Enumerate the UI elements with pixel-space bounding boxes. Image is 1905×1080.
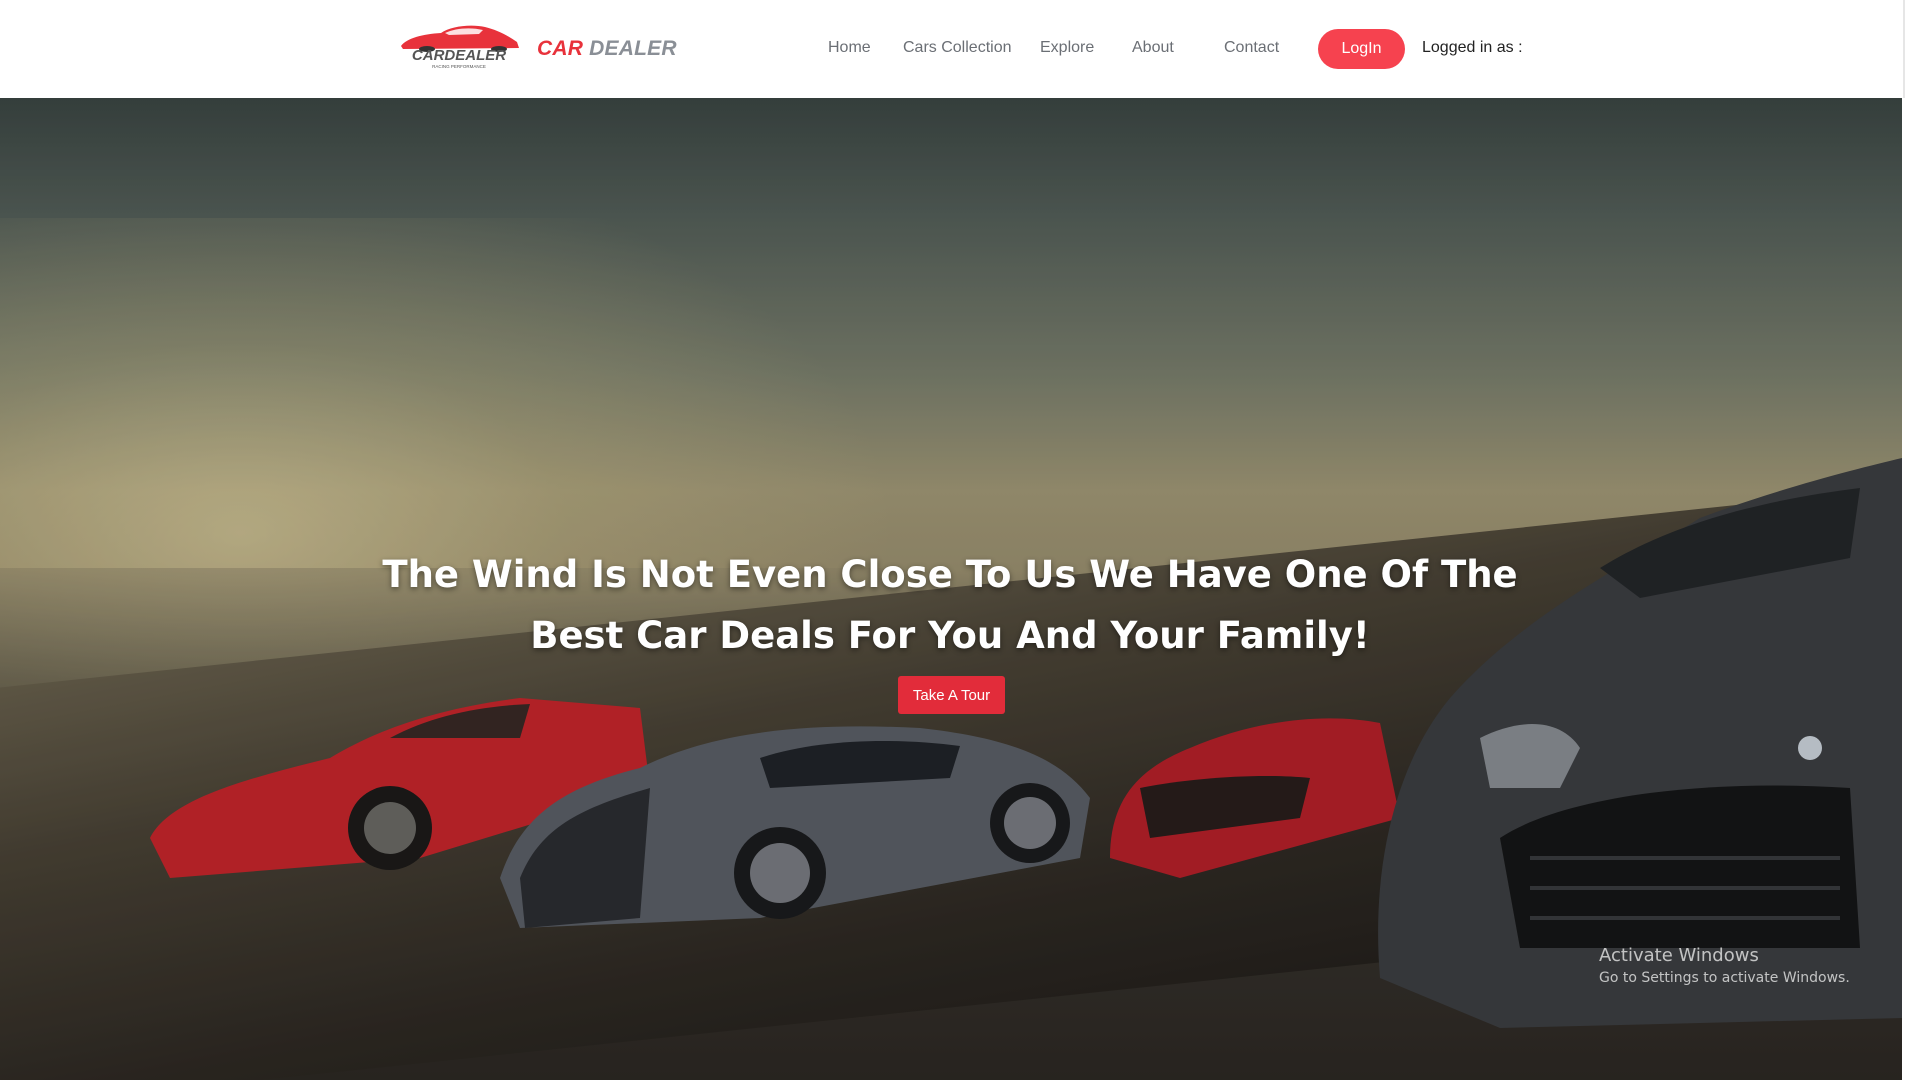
- nav-home[interactable]: Home: [828, 39, 871, 57]
- nav-about[interactable]: About: [1132, 39, 1174, 57]
- logo-tagline: RACING PERFORMANCE: [432, 64, 486, 69]
- nav-contact[interactable]: Contact: [1224, 39, 1279, 57]
- brand-name-part1: CAR: [537, 37, 584, 60]
- cardealer-logo[interactable]: CARDEALER RACING PERFORMANCE: [393, 22, 525, 70]
- hero-headline: The Wind Is Not Even Close To Us We Have…: [382, 553, 1518, 657]
- logged-in-status: Logged in as :: [1422, 39, 1523, 56]
- login-button[interactable]: LogIn: [1318, 29, 1405, 69]
- brand-name-part2: DEALER: [589, 37, 677, 60]
- hero-banner: The Wind Is Not Even Close To Us We Have…: [0, 98, 1902, 1080]
- activate-windows-watermark: Activate Windows Go to Settings to activ…: [1599, 945, 1850, 986]
- take-a-tour-button[interactable]: Take A Tour: [898, 676, 1005, 714]
- logo-wordmark: CARDEALER: [412, 47, 506, 64]
- nav-explore[interactable]: Explore: [1040, 39, 1094, 57]
- activate-windows-title: Activate Windows: [1599, 945, 1759, 966]
- site-header: CARDEALER RACING PERFORMANCE CAR DEALER …: [0, 0, 1905, 98]
- activate-windows-subtitle: Go to Settings to activate Windows.: [1599, 970, 1850, 986]
- nav-cars-collection[interactable]: Cars Collection: [903, 39, 1011, 57]
- brand-name[interactable]: CAR DEALER: [537, 37, 677, 61]
